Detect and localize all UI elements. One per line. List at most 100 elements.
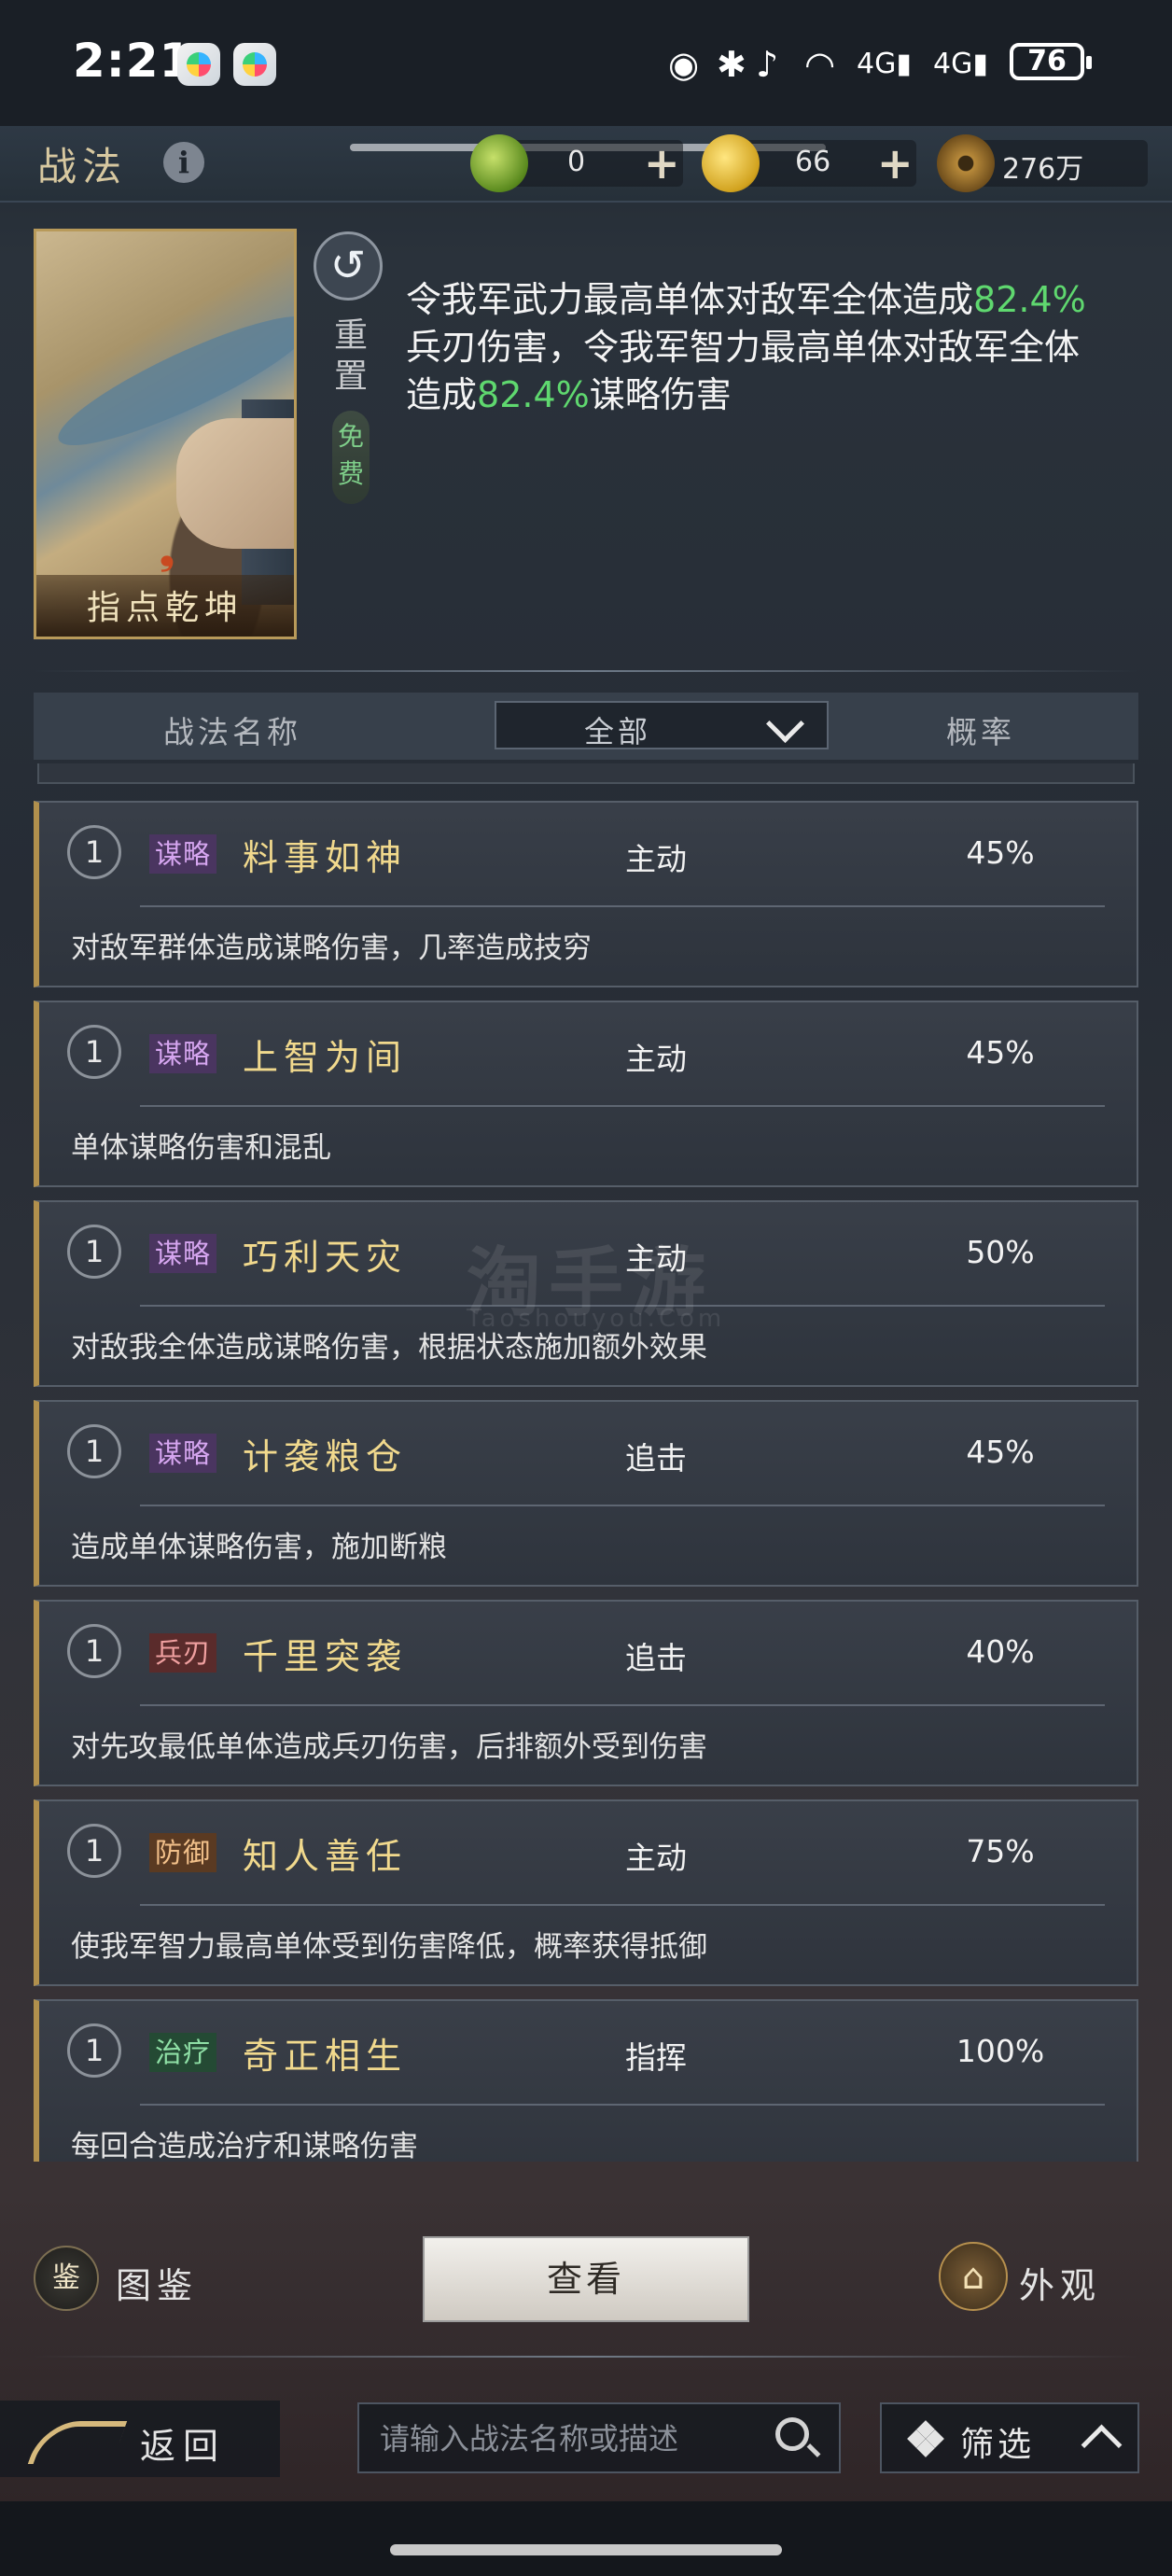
level-badge: 1 <box>67 1824 121 1878</box>
tactic-rate: 45% <box>966 1034 1035 1071</box>
row-divider <box>140 2104 1105 2106</box>
signal-4g-icon: 4G▮ <box>857 48 912 80</box>
back-button[interactable]: 返回 <box>0 2401 280 2477</box>
tactic-name: 料事如神 <box>243 837 408 878</box>
filter-icon <box>907 2420 944 2457</box>
row-divider <box>140 1505 1105 1506</box>
atlas-button[interactable]: 图鉴 <box>116 2257 198 2308</box>
resource-value: 0 <box>567 146 586 178</box>
tactic-card[interactable]: ❟ 指点乾坤 <box>34 229 297 639</box>
divider <box>34 670 1138 672</box>
tactic-rate: 100% <box>956 2033 1045 2069</box>
tactic-name: 千里突袭 <box>243 1636 408 1677</box>
tactic-rate: 45% <box>966 1434 1035 1470</box>
chevron-up-icon[interactable] <box>1081 2424 1123 2466</box>
tactic-row[interactable]: 1 谋略 料事如神 主动 45% 对敌军群体造成谋略伤害，几率造成技穷 <box>34 801 1138 987</box>
category-tag: 兵刃 <box>149 1633 217 1673</box>
signal-4g-icon: 4G▮ <box>933 48 988 80</box>
level-badge: 1 <box>67 1424 121 1478</box>
column-header-rate: 概率 <box>946 714 1015 750</box>
level-badge: 1 <box>67 1225 121 1279</box>
wifi-icon: ◠ <box>804 44 836 85</box>
dropdown-value: 全部 <box>583 714 651 749</box>
level-badge: 1 <box>67 1025 121 1079</box>
free-badge: 免费 <box>332 411 370 504</box>
tactic-row[interactable]: 1 谋略 上智为间 主动 45% 单体谋略伤害和混乱 <box>34 1001 1138 1187</box>
appearance-icon[interactable]: ⌂ <box>939 2242 1008 2311</box>
resource-copper: 276万 <box>937 134 1148 192</box>
row-divider <box>140 1704 1105 1706</box>
reset-button[interactable]: 重置 <box>334 315 368 398</box>
list-item <box>37 763 1135 784</box>
category-tag: 谋略 <box>149 834 217 874</box>
tactic-short-description: 对敌军群体造成谋略伤害，几率造成技穷 <box>71 931 592 965</box>
filter-button[interactable]: 筛选 <box>880 2402 1139 2473</box>
tactic-rate: 50% <box>966 1234 1035 1270</box>
tactic-name: 上智为间 <box>243 1037 408 1078</box>
view-button[interactable]: 查看 <box>423 2236 749 2322</box>
tactic-short-description: 对先攻最低单体造成兵刃伤害，后排额外受到伤害 <box>71 1730 707 1764</box>
tactic-short-description: 单体谋略伤害和混乱 <box>71 1131 331 1165</box>
add-gold-button[interactable]: + <box>877 138 914 189</box>
filter-label: 筛选 <box>960 2426 1036 2464</box>
tactic-type: 主动 <box>625 1041 687 1077</box>
home-indicator[interactable] <box>390 2544 782 2555</box>
tactic-row[interactable]: 1 治疗 奇正相生 指挥 100% 每回合造成治疗和谋略伤害 <box>34 1999 1138 2162</box>
nfc-icon: ◉ <box>668 44 700 85</box>
level-badge: 1 <box>67 1624 121 1678</box>
tactic-type: 追击 <box>625 1640 687 1676</box>
resource-value: 276万 <box>1002 153 1084 186</box>
rank-icon: ❟ <box>160 530 174 573</box>
app-icon <box>177 43 220 86</box>
info-icon[interactable]: i <box>163 142 204 183</box>
tactic-name: 计袭粮仓 <box>243 1436 408 1477</box>
tactic-row[interactable]: 1 兵刃 千里突袭 追击 40% 对先攻最低单体造成兵刃伤害，后排额外受到伤害 <box>34 1600 1138 1786</box>
resource-jade: 0 + <box>470 134 683 192</box>
category-tag: 治疗 <box>149 2033 217 2072</box>
category-tag: 谋略 <box>149 1234 217 1273</box>
tactic-row[interactable]: 1 谋略 计袭粮仓 追击 45% 造成单体谋略伤害，施加断粮 <box>34 1400 1138 1587</box>
row-divider <box>140 1904 1105 1906</box>
tactic-type: 指挥 <box>625 2039 687 2076</box>
level-badge: 1 <box>67 2023 121 2078</box>
level-badge: 1 <box>67 825 121 879</box>
tactic-list[interactable]: 1 谋略 料事如神 主动 45% 对敌军群体造成谋略伤害，几率造成技穷 1 谋略 上智为间 主动 4… <box>34 801 1138 2162</box>
tactic-name: 知人善任 <box>243 1836 408 1877</box>
search-icon[interactable] <box>775 2417 809 2451</box>
tactic-row[interactable]: 1 防御 知人善任 主动 75% 使我军智力最高单体受到伤害降低，概率获得抵御 <box>34 1799 1138 1986</box>
tactic-rate: 75% <box>966 1833 1035 1869</box>
gold-icon <box>702 134 760 192</box>
navigation-bar <box>0 2501 1172 2576</box>
reset-icon[interactable]: ↺ <box>314 231 383 301</box>
resource-value: 66 <box>795 146 831 178</box>
watermark-subtext: Taoshouyou.Com <box>467 1305 726 1333</box>
jade-icon <box>470 134 528 192</box>
copper-coin-icon <box>937 134 995 192</box>
tactic-type: 主动 <box>625 841 687 877</box>
tactic-rate: 45% <box>966 834 1035 871</box>
category-tag: 防御 <box>149 1833 217 1872</box>
tactic-short-description: 使我军智力最高单体受到伤害降低，概率获得抵御 <box>71 1930 707 1964</box>
battery-icon: 76 <box>1010 43 1092 80</box>
appearance-button[interactable]: 外观 <box>1019 2257 1101 2308</box>
tactic-type: 主动 <box>625 1840 687 1876</box>
status-icons: ◉ ✱ ♪ ◠ 4G▮ 4G▮ 76 <box>663 32 1110 97</box>
divider <box>34 2356 1138 2358</box>
add-jade-button[interactable]: + <box>644 138 680 189</box>
category-tag: 谋略 <box>149 1034 217 1073</box>
tactic-short-description: 造成单体谋略伤害，施加断粮 <box>71 1531 447 1564</box>
page-title: 战法 <box>37 144 128 189</box>
tactic-short-description: 每回合造成治疗和谋略伤害 <box>71 2130 418 2162</box>
search-input[interactable] <box>378 2412 764 2466</box>
type-filter-dropdown[interactable]: 全部 <box>495 701 829 749</box>
card-art <box>176 418 294 549</box>
mute-icon: ♪ <box>756 44 779 85</box>
bluetooth-icon: ✱ <box>717 44 746 85</box>
atlas-icon[interactable]: 鉴 <box>34 2246 99 2311</box>
app-icon <box>233 43 276 86</box>
chevron-down-icon <box>765 704 805 744</box>
row-divider <box>140 1105 1105 1107</box>
column-header-name: 战法名称 <box>163 714 301 750</box>
tactic-type: 追击 <box>625 1440 687 1477</box>
row-divider <box>140 905 1105 907</box>
